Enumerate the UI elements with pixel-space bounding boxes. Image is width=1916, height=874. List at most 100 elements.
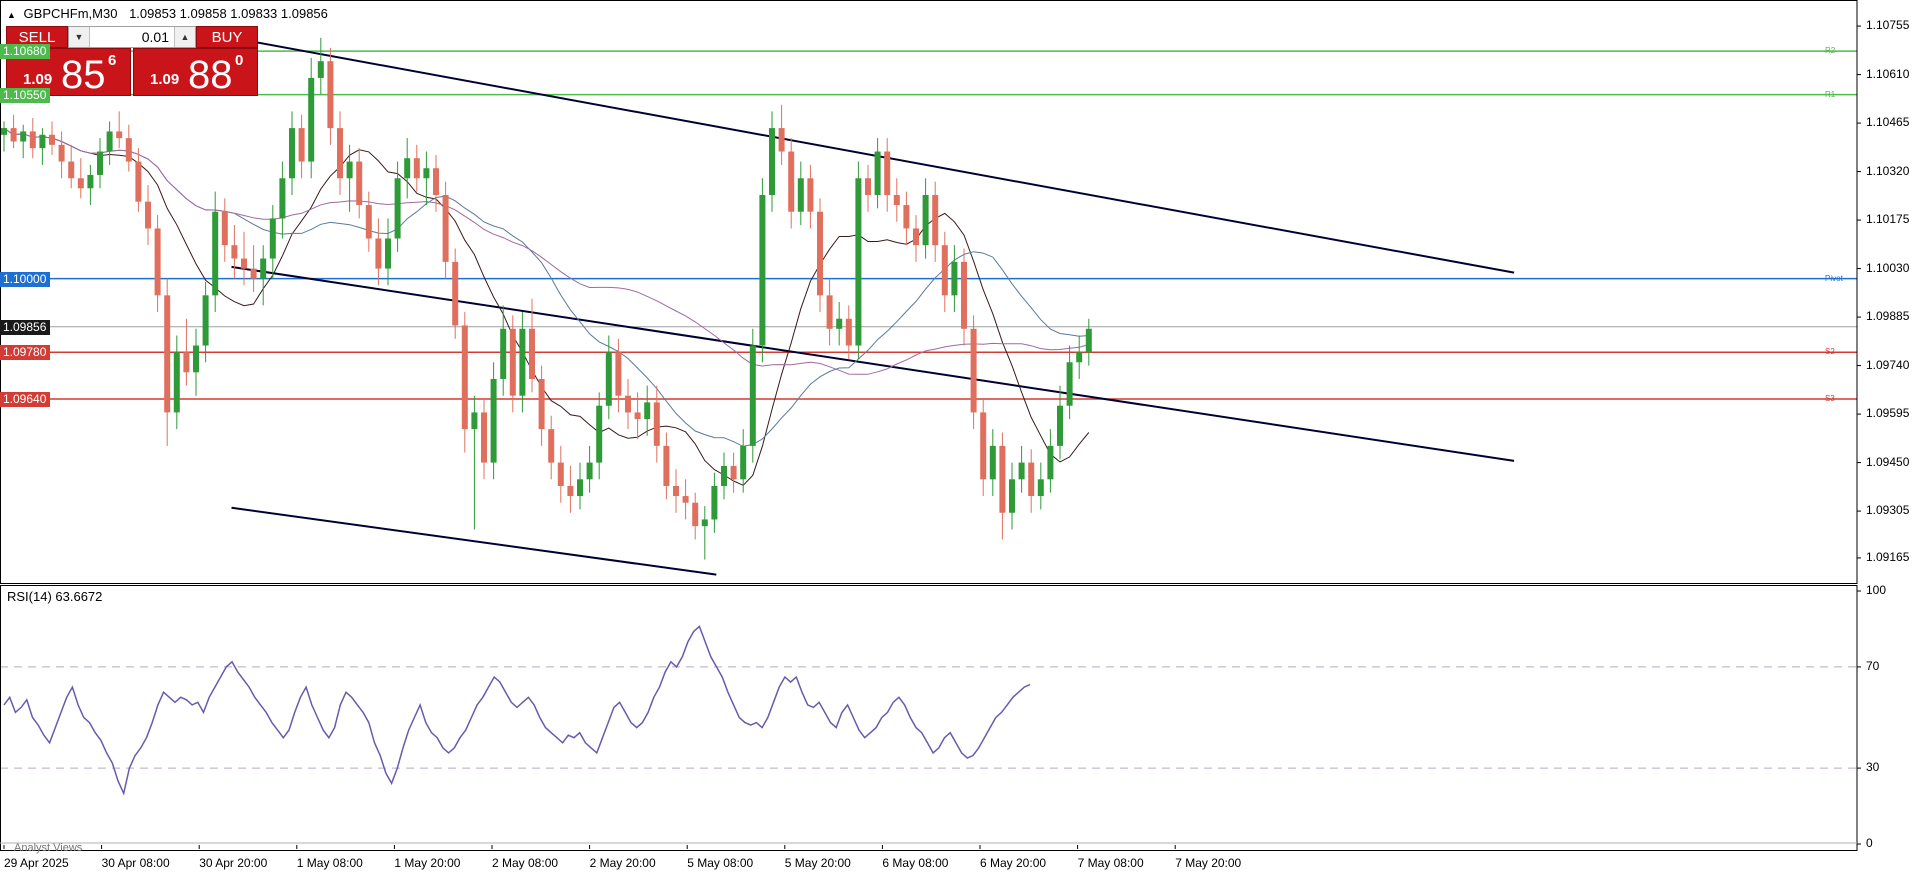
candle-body: [903, 205, 910, 229]
price-axis-label: 1.09165: [1866, 549, 1910, 564]
candle-body: [567, 486, 574, 497]
candle-body: [221, 211, 228, 246]
candle: [759, 178, 766, 363]
candle-body: [145, 201, 151, 229]
candle-body: [135, 161, 142, 202]
candle-body: [701, 519, 708, 527]
bid-prefix: 1.09: [23, 71, 53, 88]
candle-body: [346, 161, 353, 179]
candle-body: [375, 238, 382, 269]
candle-body: [461, 325, 468, 430]
analyst-views-label[interactable]: Analyst Views: [14, 842, 82, 854]
level-price-tag: 1.10680: [0, 44, 50, 60]
time-axis-label: 1 May 20:00: [394, 856, 461, 870]
level-label-s2: S2: [1825, 347, 1835, 357]
candle-body: [970, 328, 977, 413]
candle-body: [87, 174, 94, 189]
candle-body: [1085, 328, 1092, 353]
candle-body: [778, 128, 785, 152]
candle-body: [1076, 352, 1083, 363]
candle-body: [317, 61, 324, 78]
time-axis-label: 7 May 20:00: [1175, 856, 1242, 870]
candle-body: [231, 245, 238, 259]
candle-body: [913, 228, 919, 246]
candle-body: [500, 328, 507, 379]
candle-body: [385, 238, 391, 269]
candle-body: [202, 295, 209, 346]
candle-body: [97, 151, 103, 175]
candle-body: [1009, 479, 1015, 513]
candle-body: [490, 378, 497, 463]
price-axis-label: 1.10610: [1866, 66, 1910, 81]
price-axis-label: 1.10755: [1866, 18, 1910, 33]
candle-body: [442, 195, 449, 262]
candle: [749, 328, 756, 463]
price-axis-label: 1.10175: [1866, 212, 1910, 227]
candle-body: [308, 77, 315, 162]
candle-body: [999, 445, 1006, 513]
ask-quote[interactable]: 1.09 88 0: [133, 48, 258, 97]
buy-button[interactable]: BUY: [196, 26, 258, 48]
candle-body: [193, 345, 199, 373]
rsi-axis-label: 30: [1866, 760, 1880, 775]
price-axis-label: 1.09885: [1866, 309, 1910, 324]
candle-body: [1037, 479, 1044, 497]
volume-input[interactable]: 0.01: [142, 27, 169, 47]
candle-body: [663, 445, 670, 486]
candle-body: [356, 161, 363, 206]
time-axis-label: 30 Apr 20:00: [199, 856, 268, 870]
rsi-axis-label: 0: [1866, 836, 1873, 850]
level-label-r1: R1: [1825, 89, 1836, 99]
candle-body: [711, 486, 718, 520]
candle-body: [250, 268, 257, 279]
candle-body: [413, 158, 420, 179]
bid-big-digits: 85: [61, 53, 106, 97]
candle-body: [1047, 445, 1054, 480]
candle-body: [1018, 462, 1025, 480]
candle-body: [721, 465, 727, 486]
candle-body: [826, 295, 833, 329]
candle-body: [423, 168, 430, 179]
candle-body: [807, 178, 814, 212]
candle-body: [893, 195, 900, 206]
candle-body: [10, 128, 17, 142]
candle: [452, 248, 459, 339]
time-axis-label: 30 Apr 08:00: [101, 856, 170, 870]
price-axis-label: 1.10030: [1866, 260, 1910, 275]
current-price-tag: 1.09856: [0, 319, 50, 335]
candle-body: [845, 318, 852, 346]
candle-body: [817, 211, 823, 296]
level-price-tag: 1.10550: [0, 87, 50, 103]
volume-decrease-icon[interactable]: ▼: [69, 27, 90, 47]
candle-body: [557, 462, 564, 486]
candle-body: [759, 195, 766, 346]
candle-body: [279, 178, 286, 219]
level-price-tag: 1.10000: [0, 271, 50, 287]
chart-canvas[interactable]: [0, 0, 1916, 874]
candle-body: [1028, 462, 1035, 497]
volume-increase-icon[interactable]: ▲: [174, 27, 195, 47]
candle-body: [1, 128, 7, 135]
candle-body: [519, 328, 526, 396]
candle-body: [471, 412, 478, 430]
price-axis-label: 1.10465: [1866, 115, 1910, 130]
candle-body: [106, 131, 113, 152]
candle-body: [884, 151, 891, 195]
candle-body: [212, 211, 219, 296]
candle-body: [433, 168, 439, 195]
candle-body: [740, 445, 747, 480]
candle-body: [404, 158, 411, 179]
candle-body: [980, 412, 987, 480]
candle-body: [922, 195, 929, 246]
time-axis-label: 6 May 20:00: [980, 856, 1047, 870]
volume-stepper[interactable]: ▼ 0.01 ▲: [68, 26, 196, 48]
time-axis-label: 7 May 08:00: [1077, 856, 1144, 870]
candle-body: [337, 128, 343, 179]
time-axis-label: 1 May 08:00: [296, 856, 363, 870]
candle-body: [58, 144, 65, 162]
candle-body: [241, 258, 247, 269]
chart-header: ▲ GBPCHFm,M30 1.09853 1.09858 1.09833 1.…: [7, 6, 328, 21]
candle-body: [634, 412, 641, 420]
candle-body: [577, 479, 583, 497]
collapse-triangle-icon[interactable]: ▲: [7, 10, 16, 20]
